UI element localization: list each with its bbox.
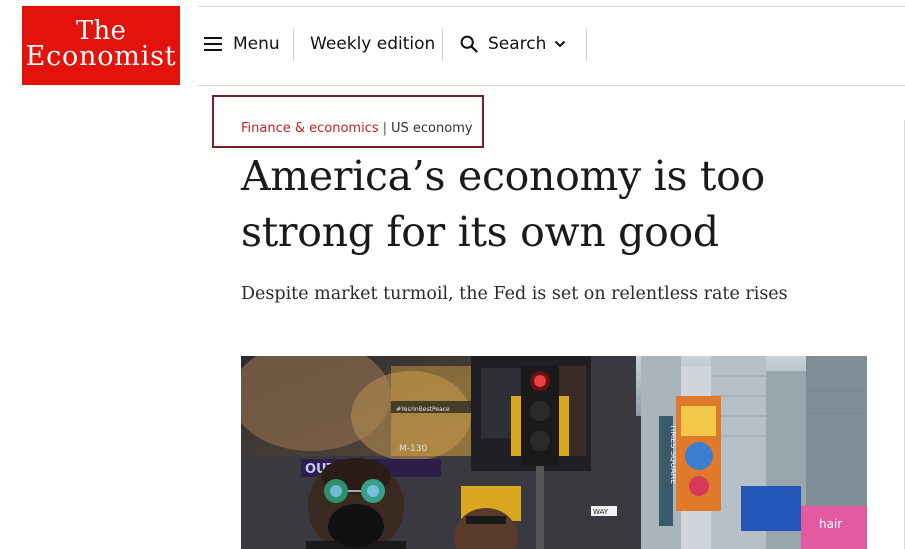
search-button[interactable]: Search xyxy=(460,26,566,62)
search-icon xyxy=(460,35,478,53)
hero-image: #Yes!InBestPeace M-130 OUTPRIME TIMES xyxy=(241,356,867,549)
breadcrumb-section-link[interactable]: Finance & economics xyxy=(241,121,379,136)
nav-divider xyxy=(442,28,443,61)
hamburger-icon xyxy=(204,37,222,51)
economist-logo[interactable]: The Economist xyxy=(22,6,180,85)
menu-button[interactable]: Menu xyxy=(204,26,280,62)
breadcrumb-separator: | xyxy=(382,121,388,136)
billboard-label: M-130 xyxy=(399,444,427,454)
billboard-tagline: #Yes!InBestPeace xyxy=(396,406,450,413)
breadcrumb-topic-link[interactable]: US economy xyxy=(391,121,473,136)
weekly-edition-link[interactable]: Weekly edition xyxy=(310,26,435,62)
chevron-down-icon xyxy=(555,40,566,48)
header-bottom-rule xyxy=(198,85,905,86)
search-label: Search xyxy=(488,34,547,54)
nav-divider xyxy=(586,28,587,61)
breadcrumb: Finance & economics | US economy xyxy=(241,121,473,136)
article-subheadline: Despite market turmoil, the Fed is set o… xyxy=(241,284,788,304)
weekly-edition-label: Weekly edition xyxy=(310,34,436,54)
nav-divider xyxy=(293,28,294,61)
times-square-photo: #Yes!InBestPeace M-130 OUTPRIME TIMES xyxy=(241,356,867,549)
header-top-rule xyxy=(198,6,905,7)
ad-hair-sign: hair xyxy=(819,517,842,531)
article-headline: America’s economy is too strong for its … xyxy=(241,152,765,256)
menu-label: Menu xyxy=(233,34,280,54)
logo-line-2: Economist xyxy=(25,41,177,72)
street-sign: WAY xyxy=(593,508,609,516)
